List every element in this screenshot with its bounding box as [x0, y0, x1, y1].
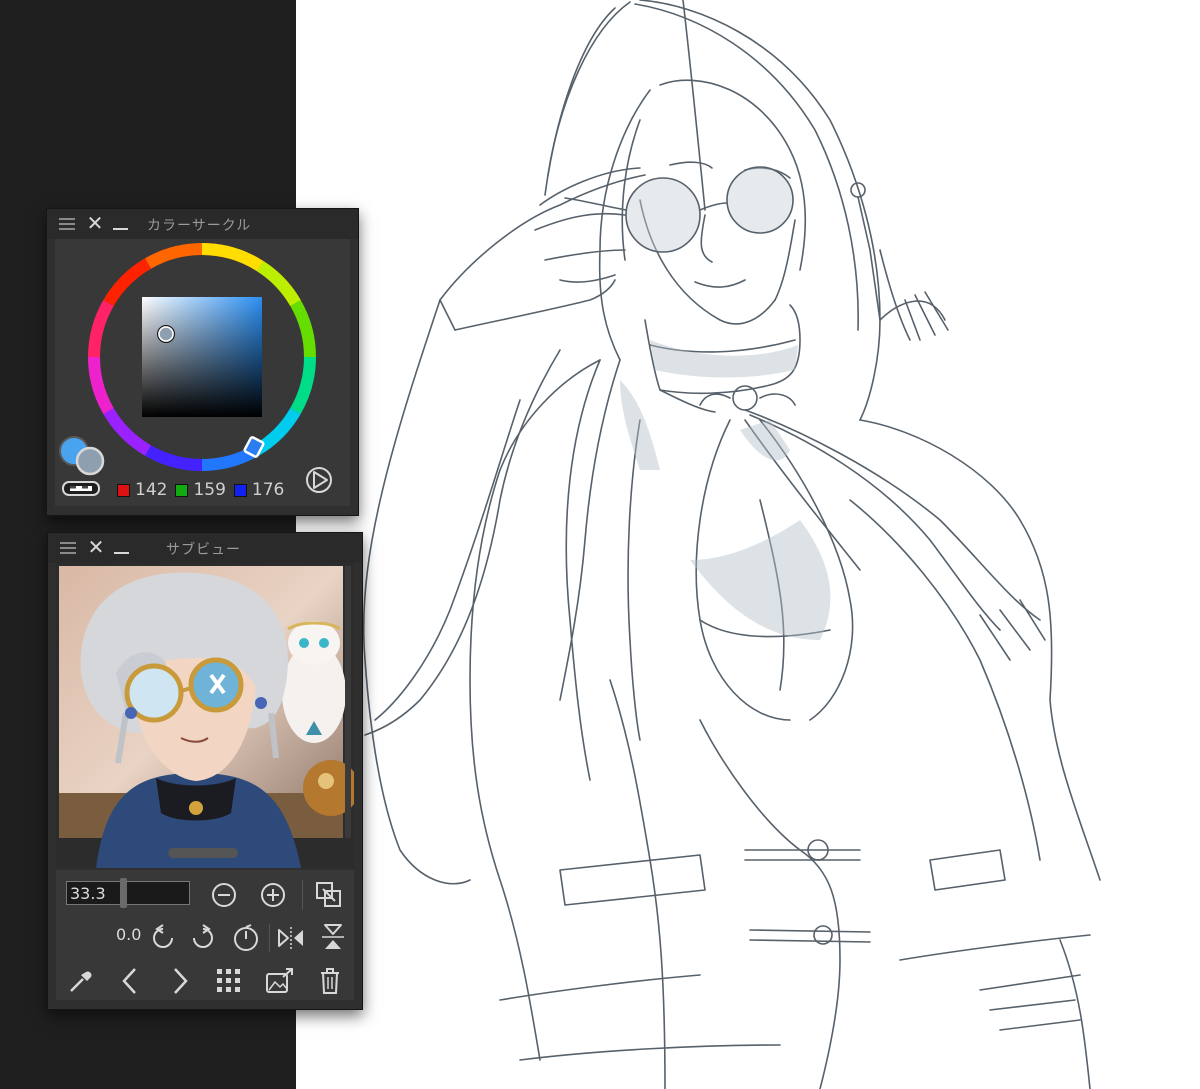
play-circle-icon[interactable] — [306, 467, 332, 493]
panel-title: サブビュー — [166, 542, 241, 558]
color-picker-cursor[interactable] — [158, 326, 174, 342]
blue-value: 176 — [251, 480, 285, 500]
zoom-slider[interactable]: 33.3 — [66, 878, 190, 908]
zoom-out-icon[interactable] — [211, 882, 237, 908]
saturation-value-square[interactable] — [142, 297, 262, 417]
horizontal-scrollbar[interactable] — [168, 848, 238, 858]
rgb-readout: 142 159 176 — [117, 479, 292, 501]
close-icon[interactable]: ✕ — [86, 536, 106, 558]
zoom-value: 33.3 — [70, 884, 106, 903]
color-circle-panel: ✕ カラーサークル 142 159 176 — [46, 208, 359, 516]
green-value: 159 — [193, 480, 226, 500]
grid-icon[interactable] — [216, 968, 242, 994]
rotation-value: 0.0 — [116, 925, 142, 944]
panel-header[interactable]: ✕ サブビュー — [48, 533, 362, 563]
transparent-color-icon[interactable] — [62, 481, 100, 496]
menu-icon[interactable] — [59, 218, 75, 230]
color-circle-body — [55, 239, 350, 506]
green-swatch — [175, 483, 189, 497]
toolbar-separator — [302, 880, 303, 910]
panel-title: カラーサークル — [147, 218, 252, 234]
subview-image-area[interactable] — [56, 563, 354, 868]
minimize-icon[interactable] — [114, 552, 129, 554]
sub-color-swatch[interactable] — [75, 446, 105, 476]
minimize-icon[interactable] — [113, 228, 128, 230]
subview-panel: ✕ サブビュー 33.3 0.0 — [47, 532, 363, 1010]
flip-horizontal-icon[interactable] — [276, 924, 306, 952]
red-value: 142 — [135, 480, 168, 500]
menu-icon[interactable] — [60, 542, 76, 554]
import-image-icon[interactable] — [265, 967, 295, 995]
zoom-in-icon[interactable] — [260, 882, 286, 908]
close-icon[interactable]: ✕ — [85, 212, 105, 234]
subview-toolbar: 33.3 0.0 — [56, 870, 354, 1000]
zoom-slider-thumb[interactable] — [120, 878, 127, 908]
rotate-right-icon[interactable] — [189, 924, 217, 952]
toolbar-separator — [269, 924, 270, 952]
next-icon[interactable] — [168, 966, 192, 996]
fit-window-icon[interactable] — [315, 881, 343, 909]
previous-icon[interactable] — [118, 966, 142, 996]
blue-swatch — [233, 483, 247, 497]
trash-icon[interactable] — [318, 967, 342, 995]
reference-illustration — [59, 566, 354, 868]
red-swatch — [117, 483, 130, 497]
rotate-left-icon[interactable] — [149, 924, 177, 952]
drawing-canvas[interactable] — [296, 0, 1200, 1089]
flip-vertical-icon[interactable] — [319, 922, 347, 952]
eyedropper-icon[interactable] — [67, 967, 95, 995]
panel-header[interactable]: ✕ カラーサークル — [47, 209, 358, 239]
line-sketch — [362, 0, 1101, 1089]
reset-rotation-icon[interactable] — [231, 923, 261, 953]
